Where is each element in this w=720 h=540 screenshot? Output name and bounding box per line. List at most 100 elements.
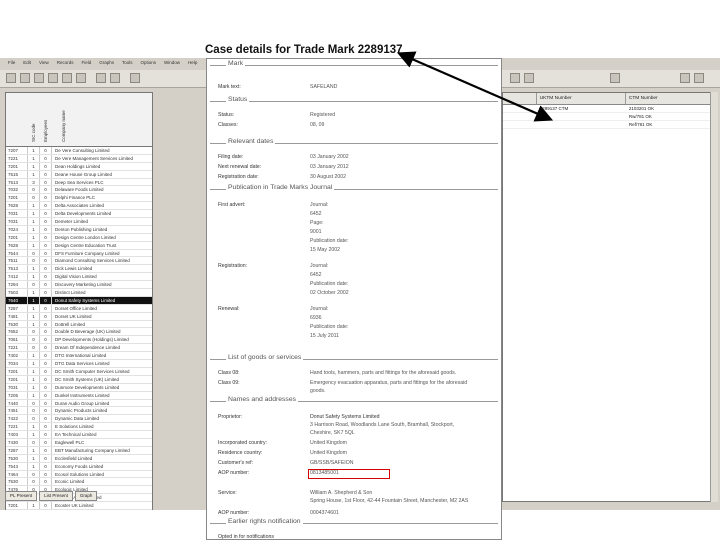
menu-item[interactable]: File (8, 60, 15, 65)
menu-item[interactable]: View (39, 60, 49, 65)
save-icon[interactable] (20, 73, 30, 83)
table-cell: 0 (28, 470, 40, 478)
menu-item[interactable]: Edit (23, 60, 31, 65)
field-label: Class 09: (218, 380, 240, 386)
table-row[interactable]: 7544 0 0 DFS Furniture Company Limited (6, 249, 152, 258)
table-row[interactable]: 7201 1 0 Design Centre London Limited (6, 233, 152, 242)
sheet-tab[interactable]: PL Present (5, 491, 38, 501)
table-row[interactable]: 7628 1 0 Delta Associates Limited (6, 202, 152, 211)
table-row[interactable]: 7201 1 0 DC Smith Computer Services Limited (6, 367, 152, 376)
sheet-tab[interactable]: List Present (39, 491, 73, 501)
open-icon[interactable] (6, 73, 16, 83)
table-row[interactable]: 7451 0 0 Dynamic Products Limited (6, 407, 152, 416)
table-row[interactable]: 7221 1 0 De Vere Management Services Limite… (6, 154, 152, 163)
table-row[interactable]: 7511 0 0 Diamond Consulting Services Limite… (6, 257, 152, 266)
table-cell: 0 (40, 162, 52, 170)
col-header[interactable]: UKTM Number (537, 93, 626, 104)
table-row[interactable]: 7201 0 0 Delphi Finance PLC (6, 194, 152, 203)
table-row[interactable]: 7628 1 0 Design Centre Education Trust (6, 241, 152, 250)
filter-icon[interactable] (96, 73, 106, 83)
sheet-tab[interactable]: Graph (74, 491, 98, 501)
menu-item[interactable]: Options (141, 60, 157, 65)
table-row[interactable]: 7513 1 0 Dick Lewis Limited (6, 265, 152, 274)
menu-item[interactable]: Records (57, 60, 74, 65)
table-row[interactable]: 7464 0 0 Ecosol Solutions Limited (6, 470, 152, 479)
table-row[interactable]: Ref/781 OK (503, 121, 715, 129)
company-list-grid: SIC code Employees Company name 7207 1 0 De… (5, 92, 153, 510)
table-row[interactable]: 7024 1 0 Denton Publishing Limited (6, 225, 152, 234)
field-sublabel: Journal: (310, 202, 329, 208)
table-row[interactable]: 7221 0 0 Dream Of Independence Limited (6, 344, 152, 353)
table-row[interactable]: 7503 1 0 Distinct Limited (6, 289, 152, 297)
table-row[interactable]: 7294 0 0 Discovery Marketing Limited (6, 281, 152, 290)
table-cell: Dorset UK Limited (55, 313, 92, 319)
menu-item[interactable]: Graphs (99, 60, 114, 65)
copy-icon[interactable] (62, 73, 72, 83)
table-cell: 7628 (6, 241, 28, 249)
table-cell: 0 (40, 383, 52, 391)
table-row[interactable]: 7640 1 0 Donut Safety Systems Limited (6, 296, 152, 305)
table-row[interactable]: 7402 1 0 DTG International Limited (6, 352, 152, 361)
col-header[interactable]: CTM Number (626, 93, 715, 104)
col-header[interactable]: SIC code (31, 123, 36, 142)
table-row[interactable]: 7422 0 0 Dynamic Data Limited (6, 415, 152, 424)
table-row[interactable]: 7652 0 0 Double D Beverage (UK) Limited (6, 328, 152, 337)
table-row[interactable]: 7513 3 0 Deep Sea Services PLC (6, 178, 152, 187)
menu-item[interactable]: Tools (122, 60, 133, 65)
table-row[interactable]: 7530 1 0 Ecclesfield Limited (6, 454, 152, 463)
table-cell: 7628 (6, 202, 28, 210)
menu-item[interactable]: Window (164, 60, 180, 65)
help-icon[interactable] (680, 73, 690, 83)
field-sublabel: Journal: (310, 306, 329, 312)
table-row[interactable]: 7205 1 0 Dunkel Instruments Limited (6, 391, 152, 400)
table-row[interactable]: 7031 1 0 Dunmore Developments Limited (6, 383, 152, 392)
field-label: Class 08: (218, 370, 240, 376)
chart-icon[interactable] (510, 73, 520, 83)
table-row[interactable]: 2289137 CTM 2103201 OK (503, 105, 715, 113)
table-row[interactable]: 7031 1 0 Demeter Limited (6, 218, 152, 226)
table-row[interactable]: 7430 0 0 Eaglewell PLC (6, 438, 152, 447)
table-row[interactable]: 7207 1 0 De Vere Consulting Limited (6, 147, 152, 155)
table-row[interactable]: 7440 0 0 Duran Audio Group Limited (6, 399, 152, 408)
table-row[interactable]: Rw/781 OK (503, 113, 715, 121)
table-cell: EA Technical Limited (55, 432, 97, 438)
table-row[interactable]: 7032 0 0 Delaware Foods Limited (6, 186, 152, 195)
table-cell: DC Smith Computer Services Limited (55, 368, 130, 374)
close-icon[interactable] (694, 73, 704, 83)
table-cell: De Vere Consulting Limited (55, 148, 110, 153)
table-icon[interactable] (524, 73, 534, 83)
table-row[interactable]: 7201 1 0 Dean Holdings Limited (6, 162, 152, 171)
table-row[interactable]: 7201 1 0 Ecoster UK Limited (6, 502, 152, 510)
table-row[interactable]: 7530 1 0 Dottrell Limited (6, 320, 152, 329)
search-icon[interactable] (130, 73, 140, 83)
table-row[interactable]: 7287 1 0 Dorset Office Limited (6, 304, 152, 313)
table-row[interactable]: 7287 1 0 EBT Manufacturing Company Limited (6, 446, 152, 455)
window-icon[interactable] (610, 73, 620, 83)
col-header[interactable]: Employees (43, 120, 48, 142)
table-row[interactable]: 7403 1 0 EA Technical Limited (6, 431, 152, 439)
col-header[interactable]: Company name (61, 110, 66, 142)
sort-icon[interactable] (110, 73, 120, 83)
table-row[interactable]: 7543 1 0 Economy Foods Limited (6, 462, 152, 471)
paste-icon[interactable] (76, 73, 86, 83)
table-row[interactable]: 7061 0 0 DP Developments (Holdings) Limited (6, 336, 152, 345)
table-row[interactable]: 7031 1 0 Delta Developments Limited (6, 210, 152, 219)
proprietor-value: Donut Safety Systems Limited (310, 414, 380, 420)
table-cell: 0 (40, 289, 52, 296)
vertical-scrollbar[interactable] (710, 92, 718, 502)
table-cell: 1 (28, 218, 40, 225)
table-cell: 0 (40, 265, 52, 273)
table-row[interactable]: 7481 1 0 Dorset UK Limited (6, 312, 152, 321)
cut-icon[interactable] (48, 73, 58, 83)
table-row[interactable]: 7034 1 0 DTG Data Services Limited (6, 360, 152, 368)
table-row[interactable]: 7221 1 0 E Solutions Limited (6, 423, 152, 432)
field-sublabel: Publication date: (310, 238, 349, 244)
menu-item[interactable]: Help (188, 60, 197, 65)
print-icon[interactable] (34, 73, 44, 83)
table-row[interactable]: 7201 1 0 DC Smith Systems (UK) Limited (6, 375, 152, 384)
table-row[interactable]: 7530 0 0 Econic Limited (6, 478, 152, 487)
menu-item[interactable]: Field (81, 60, 91, 65)
table-row[interactable]: 7412 1 0 Digital Vision Limited (6, 273, 152, 282)
table-cell: 0 (40, 218, 52, 225)
table-row[interactable]: 7515 1 0 Deane House Group Limited (6, 170, 152, 179)
